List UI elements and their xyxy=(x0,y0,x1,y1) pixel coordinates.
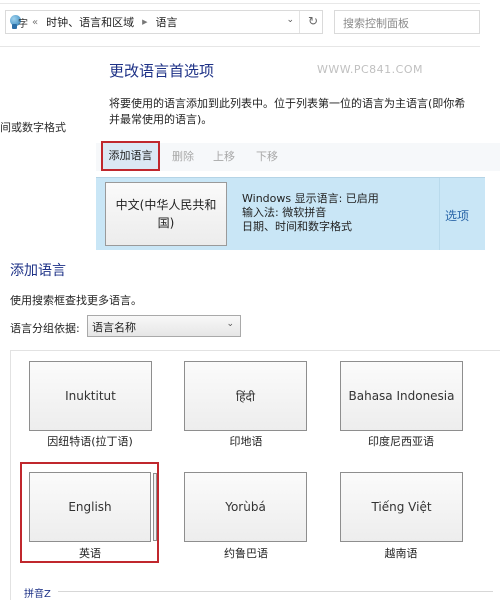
description-line-2: 并最常使用的语言)。 xyxy=(109,113,213,126)
language-toolbar: 添加语言 删除 上移 下移 xyxy=(96,141,500,171)
address-bar-divider xyxy=(0,46,480,47)
refresh-icon[interactable]: ↻ xyxy=(308,14,318,28)
language-tile-yoruba[interactable]: Yorùbá xyxy=(184,472,307,542)
english-highlight-box xyxy=(20,462,159,563)
language-caption: 约鲁巴语 xyxy=(224,547,268,560)
search-hint: 使用搜索框查找更多语言。 xyxy=(10,294,142,307)
address-divider xyxy=(299,11,300,33)
remove-button[interactable]: 删除 xyxy=(172,143,194,171)
language-caption: 印度尼西亚语 xyxy=(368,435,434,448)
page-title: 更改语言首选项 xyxy=(109,62,215,80)
row-divider xyxy=(439,178,440,250)
move-down-button[interactable]: 下移 xyxy=(256,143,278,171)
language-tile-vietnamese[interactable]: Tiếng Việt xyxy=(340,472,463,542)
options-link[interactable]: 选项 xyxy=(445,207,469,224)
installed-language-row[interactable]: 中文(中华人民共和国) Windows 显示语言: 已启用 输入法: 微软拼音 … xyxy=(96,177,485,250)
language-caption: 印地语 xyxy=(229,435,263,448)
language-tile-bahasa-indonesia[interactable]: Bahasa Indonesia xyxy=(340,361,463,431)
language-globe-icon: 字 xyxy=(10,14,28,30)
installed-language-info: Windows 显示语言: 已启用 输入法: 微软拼音 日期、时间和数字格式 xyxy=(242,192,379,234)
group-by-select[interactable]: 语言名称 ⌄ xyxy=(87,315,241,337)
installed-language-tile[interactable]: 中文(中华人民共和国) xyxy=(105,182,227,246)
display-language-status: Windows 显示语言: 已启用 xyxy=(242,192,379,205)
page-description: 将要使用的语言添加到此列表中。位于列表第一位的语言为主语言(即你希 并最常使用的… xyxy=(109,96,500,128)
add-language-title: 添加语言 xyxy=(10,263,66,279)
input-method: 输入法: 微软拼音 xyxy=(242,206,327,219)
language-tile-hindi[interactable]: हिंदी xyxy=(184,361,307,431)
section-header-pinyin-z: 拼音Z xyxy=(24,589,51,600)
add-language-button[interactable]: 添加语言 xyxy=(101,141,160,171)
breadcrumb-separator-icon[interactable]: ▶ xyxy=(142,18,147,26)
section-divider xyxy=(58,591,493,592)
chevron-down-icon: ⌄ xyxy=(226,319,234,329)
window-top-border xyxy=(0,3,480,4)
group-by-value: 语言名称 xyxy=(92,321,136,334)
address-bar[interactable]: 字 « 时钟、语言和区域 ▶ 语言 ⌄ ↻ xyxy=(5,10,323,34)
language-caption: 越南语 xyxy=(384,547,418,560)
breadcrumb-overflow-button[interactable]: « xyxy=(32,17,38,28)
breadcrumb-language[interactable]: 语言 xyxy=(156,14,178,30)
watermark: WWW.PC841.COM xyxy=(317,63,423,76)
chevron-down-icon[interactable]: ⌄ xyxy=(286,15,294,25)
group-by-label: 语言分组依据: xyxy=(10,322,80,335)
sidebar-link-date-time-format[interactable]: 间或数字格式 xyxy=(0,119,66,135)
language-tile-inuktitut[interactable]: Inuktitut xyxy=(29,361,152,431)
language-caption: 因纽特语(拉丁语) xyxy=(47,435,133,448)
breadcrumb-clock-language-region[interactable]: 时钟、语言和区域 xyxy=(46,14,134,30)
date-time-format: 日期、时间和数字格式 xyxy=(242,220,352,233)
search-input[interactable]: 搜索控制面板 xyxy=(334,10,480,34)
move-up-button[interactable]: 上移 xyxy=(213,143,235,171)
description-line-1: 将要使用的语言添加到此列表中。位于列表第一位的语言为主语言(即你希 xyxy=(109,97,466,110)
